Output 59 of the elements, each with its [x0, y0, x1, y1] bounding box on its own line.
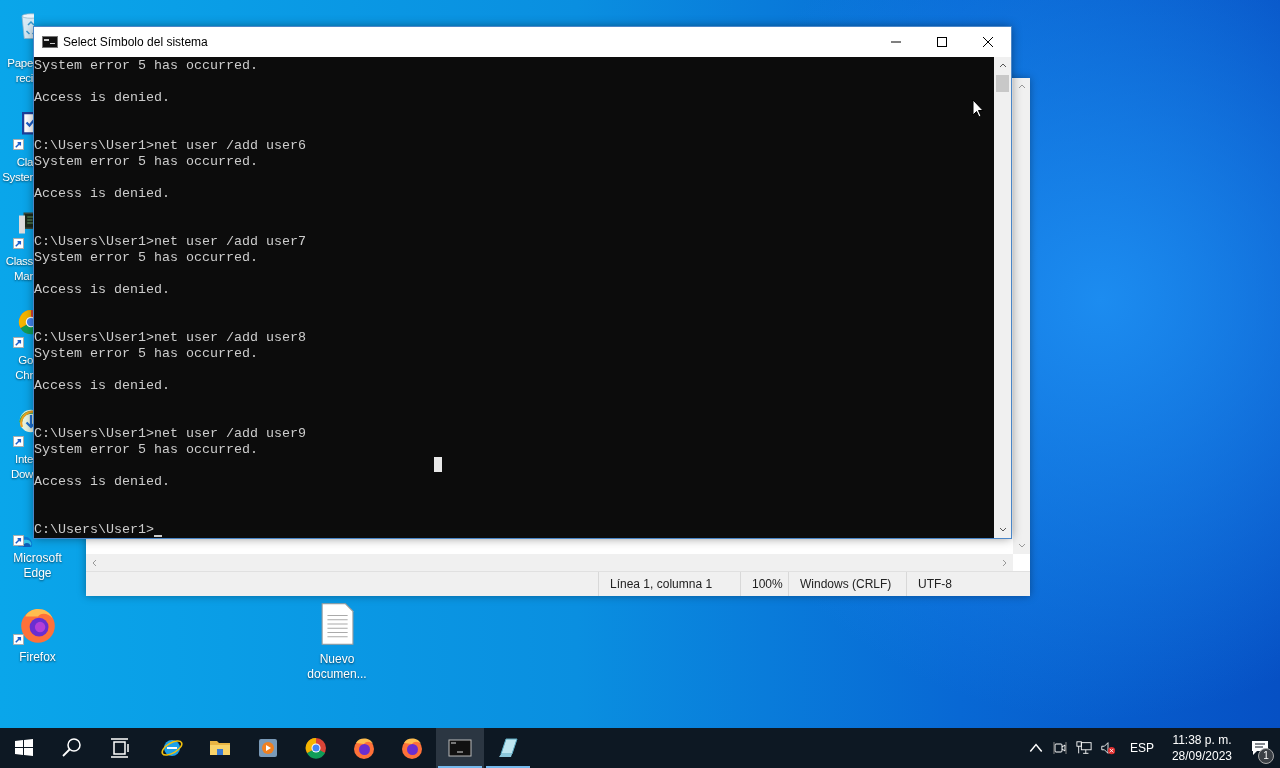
- notepad-icon: [496, 736, 520, 760]
- console-line: Access is denied.: [34, 90, 170, 106]
- console-line: C:\Users\User1>net user /add user9: [34, 426, 306, 442]
- media-player-icon: [256, 736, 280, 760]
- icon-label: Dow: [10, 467, 33, 482]
- console-line: System error 5 has occurred.: [34, 58, 258, 74]
- console-line: Access is denied.: [34, 474, 170, 490]
- close-icon: [983, 37, 993, 47]
- console-line: C:\Users\User1>net user /add user7: [34, 234, 306, 250]
- console-line: System error 5 has occurred.: [34, 154, 258, 170]
- text-cursor: [154, 535, 162, 537]
- icon-label: Firefox: [19, 650, 56, 665]
- command-prompt: C:\Users\User1>: [34, 522, 154, 538]
- status-text: Windows (CRLF): [788, 572, 906, 596]
- icon-label: Inte: [15, 452, 33, 467]
- task-view-icon: [108, 736, 132, 760]
- language-indicator[interactable]: ESP: [1129, 741, 1154, 755]
- icon-label: Class: [5, 254, 33, 269]
- firefox-icon: [352, 736, 376, 760]
- firefox-icon: [400, 736, 424, 760]
- window-title: Select Símbolo del sistema: [63, 35, 208, 49]
- chrome-icon: [304, 736, 328, 760]
- clock-date[interactable]: 28/09/2023: [1171, 748, 1232, 764]
- notification-button[interactable]: 1: [1240, 728, 1280, 768]
- console-line: Access is denied.: [34, 282, 170, 298]
- console-line: Access is denied.: [34, 186, 170, 202]
- clock-time[interactable]: 11:38 p. m.: [1172, 732, 1232, 748]
- status-text: UTF-8: [906, 572, 1030, 596]
- taskbar-button[interactable]: [436, 728, 484, 768]
- icon-label: reci: [15, 71, 33, 86]
- document-icon[interactable]: [320, 602, 354, 646]
- console-line: Access is denied.: [34, 378, 170, 394]
- icon-label: Microsoft: [13, 551, 62, 566]
- camera-icon[interactable]: [1051, 740, 1068, 756]
- icon-label: Pape: [7, 56, 33, 71]
- icon-label: Chr: [15, 368, 33, 383]
- terminal-icon: [448, 736, 472, 760]
- icon-label: Syster: [2, 170, 33, 185]
- scrollbar-thumb[interactable]: [996, 75, 1009, 92]
- muted-speaker-icon[interactable]: [1099, 740, 1116, 756]
- console-line: System error 5 has occurred.: [34, 250, 258, 266]
- icon-label: Edge: [23, 566, 52, 581]
- icon-label: documen...: [307, 667, 367, 682]
- icon-label: Mar: [14, 269, 33, 284]
- console-line: System error 5 has occurred.: [34, 346, 258, 362]
- notification-count: 1: [1258, 748, 1274, 764]
- pointer-icon: [972, 99, 984, 118]
- network-icon[interactable]: [1075, 740, 1092, 756]
- selection-cursor: [434, 457, 442, 472]
- icon-label: Go: [18, 353, 33, 368]
- status-text: Línea 1, columna 1: [598, 572, 740, 596]
- console-line: System error 5 has occurred.: [34, 442, 258, 458]
- maximize-icon: [937, 37, 947, 47]
- icon-label: Nuevo: [319, 652, 355, 667]
- console-line: C:\Users\User1>net user /add user8: [34, 330, 306, 346]
- console-line: C:\Users\User1>net user /add user6: [34, 138, 306, 154]
- icon-label: Cla: [16, 155, 33, 170]
- terminal-icon: [42, 36, 58, 48]
- status-text: 100%: [740, 572, 788, 596]
